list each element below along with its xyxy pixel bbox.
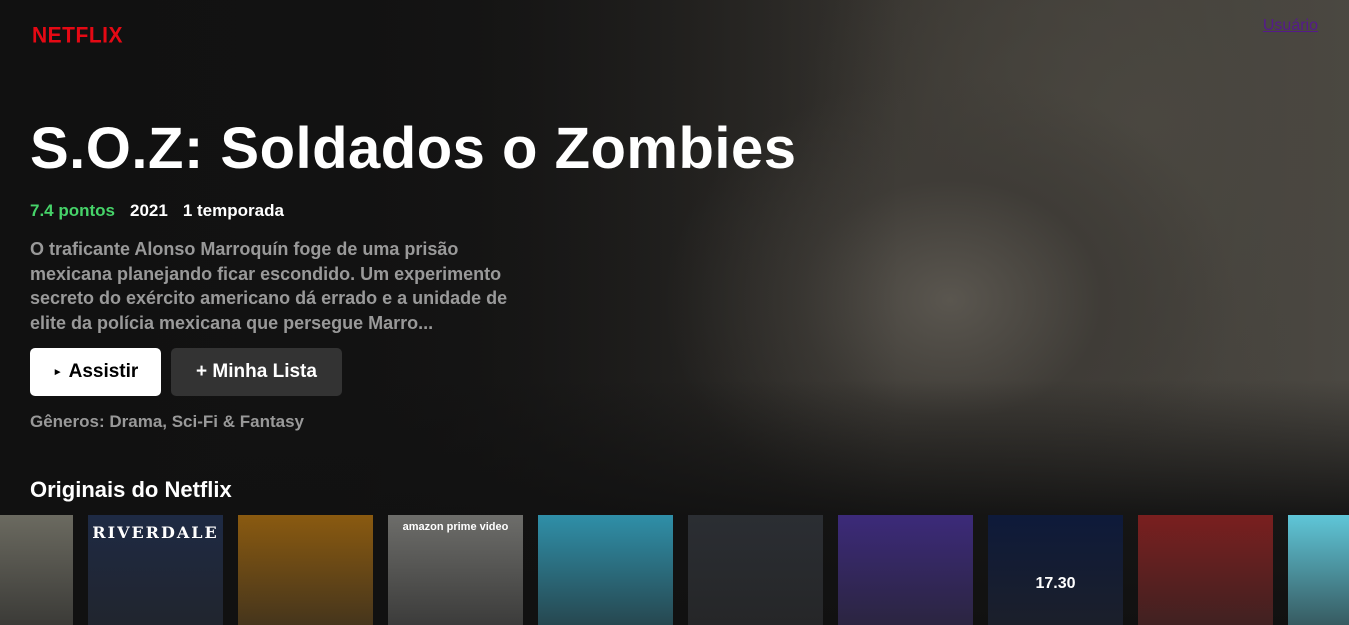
- poster-item[interactable]: [238, 515, 373, 625]
- poster-item[interactable]: [838, 515, 973, 625]
- poster-item[interactable]: [538, 515, 673, 625]
- play-button[interactable]: ► Assistir: [30, 348, 161, 396]
- featured-genres: Gêneros: Drama, Sci-Fi & Fantasy: [30, 412, 304, 431]
- poster-sub: 17.30: [1035, 575, 1076, 592]
- poster-row: RIVERDALE amazon prime video 17.30: [0, 515, 1349, 625]
- poster-item[interactable]: RIVERDALE: [88, 515, 223, 625]
- user-link[interactable]: Usuário: [1263, 17, 1318, 35]
- poster-item[interactable]: [1138, 515, 1273, 625]
- play-icon: ►: [52, 366, 63, 378]
- netflix-logo[interactable]: NETFLIX: [32, 23, 123, 48]
- featured-seasons: 1 temporada: [182, 201, 284, 220]
- featured-meta: 7.4 pontos 2021 1 temporada: [30, 201, 284, 221]
- poster-item[interactable]: [1288, 515, 1349, 625]
- play-button-label: Assistir: [68, 361, 139, 382]
- poster-sub: amazon prime video: [402, 521, 509, 533]
- featured-year: 2021: [130, 201, 168, 220]
- poster-item[interactable]: 17.30: [988, 515, 1123, 625]
- featured-title: S.O.Z: Soldados o Zombies: [30, 116, 797, 181]
- my-list-button[interactable]: + Minha Lista: [171, 348, 342, 396]
- row-title: Originais do Netflix: [30, 477, 232, 502]
- featured-description: O traficante Alonso Marroquín foge de um…: [30, 239, 508, 333]
- poster-label: RIVERDALE: [92, 523, 219, 542]
- poster-item[interactable]: [0, 515, 73, 625]
- featured-points: 7.4 pontos: [30, 201, 116, 220]
- my-list-button-label: + Minha Lista: [196, 361, 317, 382]
- poster-item[interactable]: [688, 515, 823, 625]
- poster-item[interactable]: amazon prime video: [388, 515, 523, 625]
